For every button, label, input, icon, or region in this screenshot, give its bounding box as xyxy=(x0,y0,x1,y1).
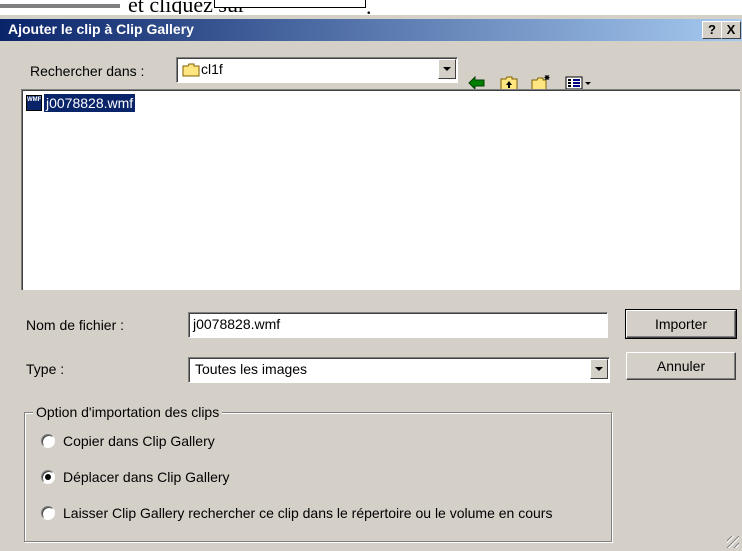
lookin-value: cl1f xyxy=(201,61,223,77)
radio-copy[interactable] xyxy=(41,434,55,448)
resize-grip[interactable] xyxy=(727,536,739,548)
list-item[interactable]: WMF j0078828.wmf xyxy=(26,94,136,112)
option-move-label: Déplacer dans Clip Gallery xyxy=(63,469,230,485)
filetype-label: Type : xyxy=(26,361,65,377)
help-button[interactable]: ? xyxy=(702,21,722,39)
import-options-legend: Option d'importation des clips xyxy=(33,404,223,420)
import-options-group: Option d'importation des clips Copier da… xyxy=(24,404,612,542)
radio-move[interactable] xyxy=(41,470,55,484)
lookin-combo[interactable]: cl1f xyxy=(176,57,458,83)
file-name: j0078828.wmf xyxy=(44,94,136,112)
dialog-title: Ajouter le clip à Clip Gallery xyxy=(8,21,194,37)
document-button-image xyxy=(214,0,366,8)
filetype-value: Toutes les images xyxy=(195,361,308,377)
wmf-file-icon: WMF xyxy=(26,95,42,111)
lookin-label: Rechercher dans : xyxy=(30,63,145,79)
add-clip-dialog: Ajouter le clip à Clip Gallery ? X Reche… xyxy=(0,14,742,551)
title-bar[interactable]: Ajouter le clip à Clip Gallery ? X xyxy=(0,19,742,41)
lookin-dropdown-button[interactable] xyxy=(438,59,456,79)
option-leave-label: Laisser Clip Gallery rechercher ce clip … xyxy=(63,505,553,521)
filetype-combo[interactable]: Toutes les images xyxy=(188,357,610,383)
file-list[interactable]: WMF j0078828.wmf xyxy=(21,89,740,290)
folder-icon xyxy=(182,63,200,80)
option-leave[interactable]: Laisser Clip Gallery rechercher ce clip … xyxy=(41,505,552,521)
filetype-dropdown-button[interactable] xyxy=(590,359,608,379)
filename-label: Nom de fichier : xyxy=(26,317,125,333)
option-move[interactable]: Déplacer dans Clip Gallery xyxy=(41,469,230,485)
filename-input[interactable]: j0078828.wmf xyxy=(188,312,608,338)
option-copy-label: Copier dans Clip Gallery xyxy=(63,433,215,449)
document-divider xyxy=(0,4,120,8)
radio-leave[interactable] xyxy=(41,506,55,520)
close-button[interactable]: X xyxy=(721,21,741,39)
cancel-button[interactable]: Annuler xyxy=(626,352,736,380)
import-button[interactable]: Importer xyxy=(625,309,737,339)
option-copy[interactable]: Copier dans Clip Gallery xyxy=(41,433,215,449)
